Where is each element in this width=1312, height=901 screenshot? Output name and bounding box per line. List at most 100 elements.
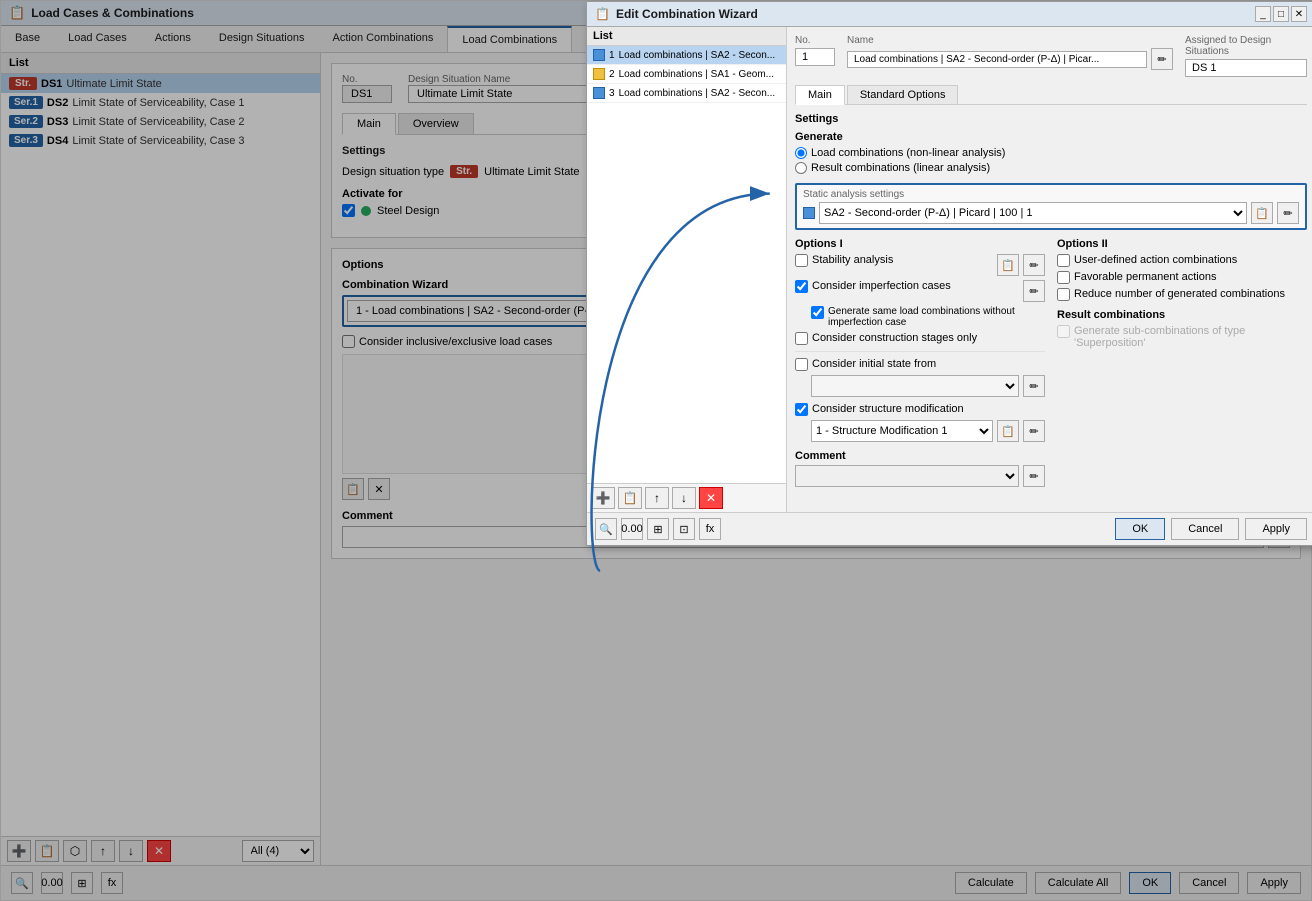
modal-no-group: No. 1 bbox=[795, 35, 835, 77]
modal-item-text: Load combinations | SA2 - Secon... bbox=[619, 50, 776, 61]
modal-search-btn[interactable]: 🔍 bbox=[595, 518, 617, 540]
modal-footer-icons: 🔍 0.00 ⊞ ⊡ fx bbox=[595, 518, 721, 540]
modal-detail: No. 1 Name Load combinations | SA2 - Sec… bbox=[787, 27, 1312, 512]
user-defined-row: User-defined action combinations bbox=[1057, 254, 1307, 267]
modal-name-group: Name Load combinations | SA2 - Second-or… bbox=[847, 35, 1173, 77]
modal-list-item[interactable]: 2 Load combinations | SA1 - Geom... bbox=[587, 65, 786, 84]
color-dot-blue bbox=[593, 49, 605, 61]
construction-row: Consider construction stages only bbox=[795, 332, 1045, 345]
modal-number-btn[interactable]: 0.00 bbox=[621, 518, 643, 540]
initial-state-edit-btn[interactable]: ✏ bbox=[1023, 375, 1045, 397]
modal-name-edit-btn[interactable]: ✏ bbox=[1151, 48, 1173, 70]
modal-item-no: 2 bbox=[609, 69, 615, 80]
modal-cancel-button[interactable]: Cancel bbox=[1171, 518, 1239, 540]
structure-mod-edit-btn[interactable]: ✏ bbox=[1023, 420, 1045, 442]
modal-assigned-group: Assigned to Design Situations DS 1 bbox=[1185, 35, 1307, 77]
static-add-btn[interactable]: 📋 bbox=[1251, 202, 1273, 224]
modal-list-toolbar: ➕ 📋 ↑ ↓ ✕ bbox=[587, 483, 786, 512]
modal-fx-btn[interactable]: fx bbox=[699, 518, 721, 540]
modal-minimize-btn[interactable]: _ bbox=[1255, 6, 1271, 22]
radio-result-combo[interactable] bbox=[795, 162, 807, 174]
favorable-checkbox[interactable] bbox=[1057, 271, 1070, 284]
stability-row: Stability analysis 📋 ✏ bbox=[795, 254, 1045, 276]
modal-comment-edit-btn[interactable]: ✏ bbox=[1023, 465, 1045, 487]
structure-mod-add-btn[interactable]: 📋 bbox=[997, 420, 1019, 442]
stability-checkbox[interactable] bbox=[795, 254, 808, 267]
modal-item-no: 3 bbox=[609, 88, 615, 99]
options-i: Options I Stability analysis 📋 ✏ Conside… bbox=[795, 238, 1045, 487]
initial-state-checkbox[interactable] bbox=[795, 358, 808, 371]
construction-checkbox[interactable] bbox=[795, 332, 808, 345]
options-columns: Options I Stability analysis 📋 ✏ Conside… bbox=[795, 238, 1307, 487]
stability-btn[interactable]: 📋 bbox=[997, 254, 1019, 276]
modal-name-label: Name bbox=[847, 35, 1173, 46]
modal-ok-button[interactable]: OK bbox=[1115, 518, 1165, 540]
modal-name-row: Load combinations | SA2 - Second-order (… bbox=[847, 48, 1173, 70]
initial-state-field-row: ✏ bbox=[811, 375, 1045, 397]
modal-tabs: Main Standard Options bbox=[795, 85, 1307, 105]
modal-list-spacer bbox=[587, 423, 786, 483]
favorable-label: Favorable permanent actions bbox=[1074, 271, 1216, 283]
structure-mod-field-row: 1 - Structure Modification 1 📋 ✏ bbox=[811, 420, 1045, 442]
color-dot-yellow bbox=[593, 68, 605, 80]
stability-edit-btn[interactable]: ✏ bbox=[1023, 254, 1045, 276]
imperfection-label: Consider imperfection cases bbox=[812, 280, 951, 292]
modal-detail-header: No. 1 Name Load combinations | SA2 - Sec… bbox=[795, 35, 1307, 77]
modal-list: List 1 Load combinations | SA2 - Secon..… bbox=[587, 27, 787, 512]
modal-item-text: Load combinations | SA2 - Secon... bbox=[619, 88, 776, 99]
divider bbox=[795, 351, 1045, 352]
modal-no-label: No. bbox=[795, 35, 835, 46]
generate-sub-checkbox[interactable] bbox=[1057, 325, 1070, 338]
reduce-checkbox[interactable] bbox=[1057, 288, 1070, 301]
static-analysis-box: Static analysis settings SA2 - Second-or… bbox=[795, 183, 1307, 230]
result-combinations-section: Result combinations Generate sub-combina… bbox=[1057, 309, 1307, 349]
modal-controls: _ □ ✕ bbox=[1255, 6, 1307, 22]
modal-apply-button[interactable]: Apply bbox=[1245, 518, 1307, 540]
modal-list-item[interactable]: 3 Load combinations | SA2 - Secon... bbox=[587, 84, 786, 103]
options-i-label: Options I bbox=[795, 238, 1045, 250]
modal-delete-btn[interactable]: ✕ bbox=[699, 487, 723, 509]
stability-label: Stability analysis bbox=[812, 254, 893, 266]
modal-comment-select[interactable] bbox=[795, 465, 1019, 487]
static-edit-btn[interactable]: ✏ bbox=[1277, 202, 1299, 224]
construction-label: Consider construction stages only bbox=[812, 332, 977, 344]
modal-maximize-btn[interactable]: □ bbox=[1273, 6, 1289, 22]
modal-name-value[interactable]: Load combinations | SA2 - Second-order (… bbox=[847, 51, 1147, 68]
imperfection-checkbox[interactable] bbox=[795, 280, 808, 293]
user-defined-label: User-defined action combinations bbox=[1074, 254, 1237, 266]
generate-label: Generate bbox=[795, 131, 1307, 143]
modal-copy-btn[interactable]: 📋 bbox=[618, 487, 642, 509]
modal-title: 📋 Edit Combination Wizard bbox=[595, 7, 758, 21]
modal-close-btn[interactable]: ✕ bbox=[1291, 6, 1307, 22]
options-ii-label: Options II bbox=[1057, 238, 1307, 250]
reduce-row: Reduce number of generated combinations bbox=[1057, 288, 1307, 301]
edit-combination-wizard-modal: 📋 Edit Combination Wizard _ □ ✕ List 1 L… bbox=[586, 1, 1312, 546]
modal-list-item[interactable]: 1 Load combinations | SA2 - Secon... bbox=[587, 46, 786, 65]
modal-comment-label: Comment bbox=[795, 450, 1045, 462]
imperfection-edit-btn[interactable]: ✏ bbox=[1023, 280, 1045, 302]
static-analysis-label: Static analysis settings bbox=[803, 189, 1299, 200]
modal-move-up-btn[interactable]: ↑ bbox=[645, 487, 669, 509]
modal-add-btn[interactable]: ➕ bbox=[591, 487, 615, 509]
radio-load-combo[interactable] bbox=[795, 147, 807, 159]
radio-load-combinations: Load combinations (non-linear analysis) bbox=[795, 147, 1307, 159]
structure-mod-select[interactable]: 1 - Structure Modification 1 bbox=[811, 420, 993, 442]
structure-mod-checkbox[interactable] bbox=[795, 403, 808, 416]
user-defined-checkbox[interactable] bbox=[1057, 254, 1070, 267]
modal-list-items: 1 Load combinations | SA2 - Secon... 2 L… bbox=[587, 46, 786, 423]
generate-same-checkbox[interactable] bbox=[811, 306, 824, 319]
modal-comment-section: Comment ✏ bbox=[795, 450, 1045, 487]
modal-grid-btn[interactable]: ⊞ bbox=[647, 518, 669, 540]
modal-tab-standard[interactable]: Standard Options bbox=[847, 85, 959, 104]
generate-same-label: Generate same load combinations without … bbox=[828, 306, 1045, 328]
modal-axes-btn[interactable]: ⊡ bbox=[673, 518, 695, 540]
modal-move-dn-btn[interactable]: ↓ bbox=[672, 487, 696, 509]
imperfection-row: Consider imperfection cases ✏ bbox=[795, 280, 1045, 302]
static-analysis-select[interactable]: SA2 - Second-order (P-Δ) | Picard | 100 … bbox=[819, 202, 1247, 224]
generate-sub-row: Generate sub-combinations of type 'Super… bbox=[1057, 325, 1307, 349]
modal-body: List 1 Load combinations | SA2 - Secon..… bbox=[587, 27, 1312, 512]
modal-tab-main[interactable]: Main bbox=[795, 85, 845, 105]
initial-state-select[interactable] bbox=[811, 375, 1019, 397]
radio-load-combo-label: Load combinations (non-linear analysis) bbox=[811, 147, 1005, 159]
generate-section: Generate Load combinations (non-linear a… bbox=[795, 131, 1307, 177]
